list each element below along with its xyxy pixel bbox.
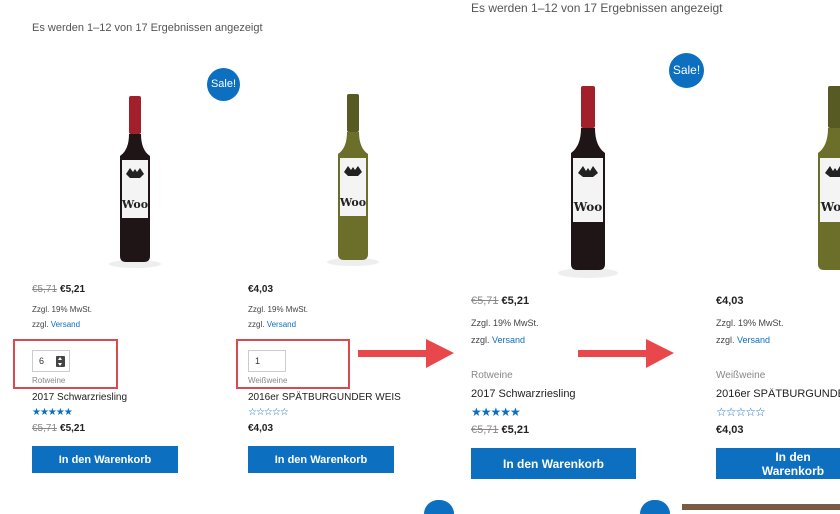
rating-stars: ★★★★★ (471, 405, 521, 419)
product-price: €4,03 (248, 284, 274, 295)
add-to-cart-button[interactable]: In den Warenkorb (716, 448, 840, 479)
product-price: €5,71 €5,21 (471, 424, 530, 436)
results-count: Es werden 1–12 von 17 Ergebnissen angeze… (471, 1, 723, 15)
svg-text:Woo: Woo (573, 200, 603, 214)
svg-text:Woo: Woo (820, 200, 840, 214)
product-category: Weißweine (716, 370, 766, 381)
arrow-right-icon (358, 339, 454, 368)
spin-button-icon[interactable] (56, 356, 65, 367)
tax-note: Zzgl. 19% MwSt. (248, 305, 309, 314)
add-to-cart-button[interactable]: In den Warenkorb (32, 446, 178, 473)
tax-note: Zzgl. 19% MwSt. (716, 318, 784, 328)
sale-badge: Sale! (207, 68, 240, 101)
product-price: €4,03 (716, 424, 744, 436)
rating-stars: ☆☆☆☆☆ (716, 405, 766, 419)
scroll-up-button[interactable] (640, 500, 670, 514)
product-price: €5,71 €5,21 (32, 284, 86, 295)
arrow-right-icon (578, 339, 674, 368)
scroll-up-button[interactable] (424, 500, 454, 514)
wine-bottle-icon: Woo (558, 86, 618, 278)
tax-note: Zzgl. 19% MwSt. (32, 305, 93, 314)
image-strip (682, 504, 840, 510)
svg-text:Woo: Woo (121, 198, 148, 211)
shipping-link[interactable]: Versand (51, 320, 80, 329)
product-name[interactable]: 2016er SPÄTBURGUNDER WEIS (248, 392, 401, 403)
product-category: Rotweine (471, 370, 513, 381)
product-name[interactable]: 2016er SPÄTBURGUNDE (716, 388, 840, 400)
add-to-cart-button[interactable]: In den Warenkorb (471, 448, 636, 479)
rating-stars: ★★★★★ (32, 407, 73, 418)
shipping-note: zzgl. Versand (716, 335, 771, 345)
tax-note: Zzgl. 19% MwSt. (471, 318, 539, 328)
shipping-note: zzgl. Versand (248, 320, 297, 329)
product-price: €5,71 €5,21 (32, 423, 86, 434)
wine-bottle-icon: Woo (327, 94, 379, 266)
results-count: Es werden 1–12 von 17 Ergebnissen angeze… (32, 22, 263, 34)
add-to-cart-button[interactable]: In den Warenkorb (248, 446, 394, 473)
product-price: €5,71 €5,21 (471, 295, 530, 307)
product-category: Rotweine (32, 376, 66, 385)
shipping-link[interactable]: Versand (267, 320, 296, 329)
shipping-link[interactable]: Versand (737, 335, 770, 345)
rating-stars: ☆☆☆☆☆ (248, 407, 289, 418)
quantity-input[interactable]: 6 (32, 350, 70, 372)
shipping-note: zzgl. Versand (471, 335, 526, 345)
shipping-note: zzgl. Versand (32, 320, 81, 329)
svg-text:Woo: Woo (339, 196, 366, 209)
product-price: €4,03 (716, 295, 744, 307)
product-name[interactable]: 2017 Schwarzriesling (32, 392, 127, 403)
product-category: Weißweine (248, 376, 288, 385)
product-price: €4,03 (248, 423, 274, 434)
wine-bottle-icon: Woo (818, 86, 840, 270)
product-name[interactable]: 2017 Schwarzriesling (471, 388, 576, 400)
wine-bottle-icon: Woo (109, 96, 161, 268)
sale-badge: Sale! (669, 53, 704, 88)
quantity-input[interactable]: 1 (248, 350, 286, 372)
shipping-link[interactable]: Versand (492, 335, 525, 345)
